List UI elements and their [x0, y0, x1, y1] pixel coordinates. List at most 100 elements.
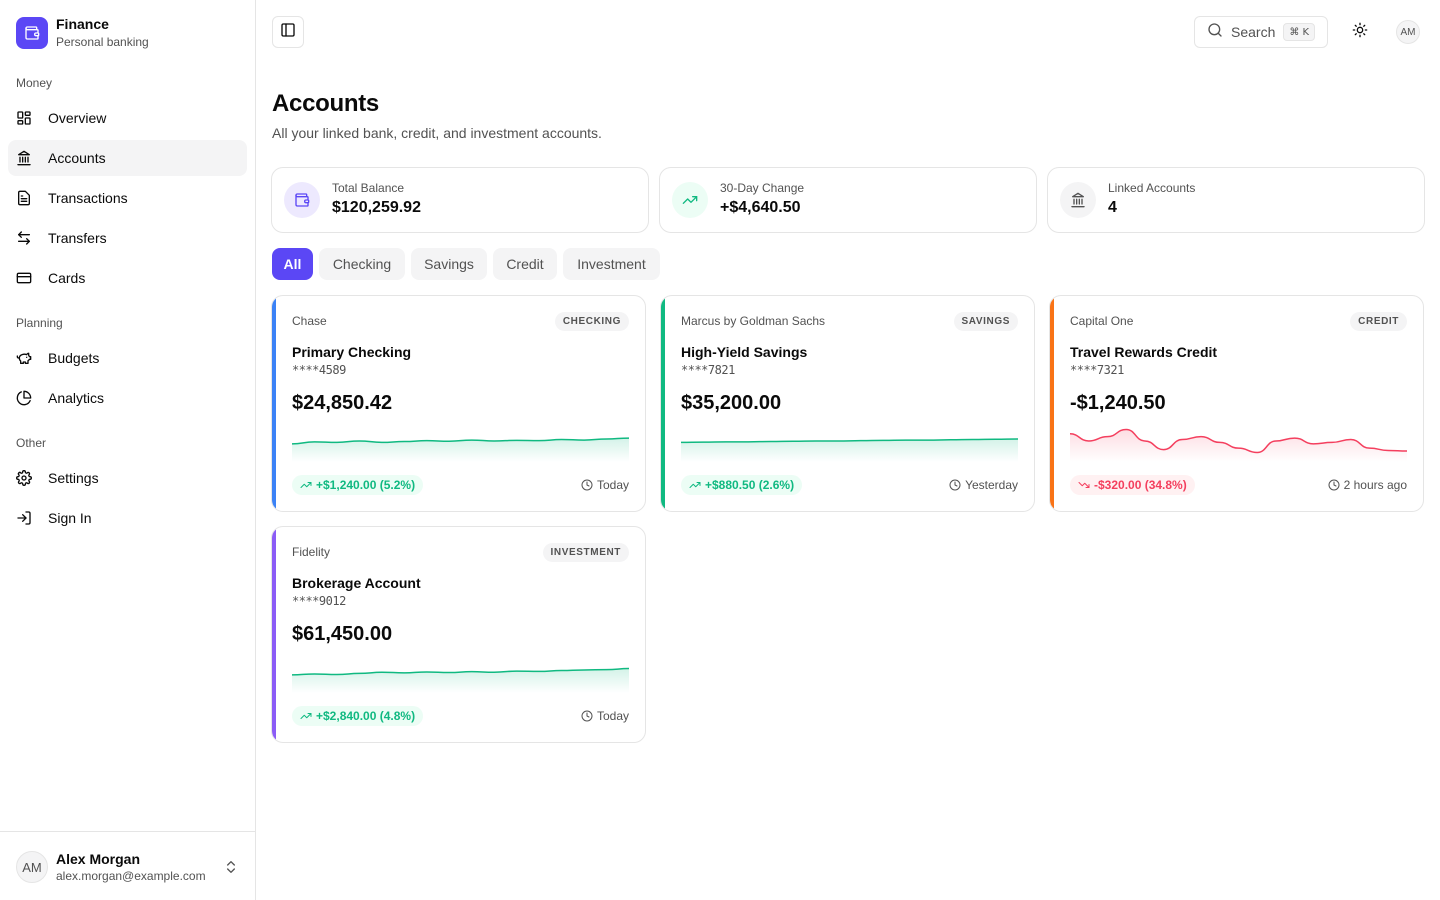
sidebar-toggle-button[interactable]: [272, 16, 304, 48]
account-accent: [272, 296, 276, 511]
sidebar-item-analytics[interactable]: Analytics: [8, 380, 247, 416]
account-type-badge: CREDIT: [1350, 312, 1407, 331]
account-accent: [272, 527, 276, 742]
summary-label: 30-Day Change: [720, 181, 805, 195]
account-change-value: +$2,840.00 (4.8%): [316, 709, 416, 723]
account-sparkline: [1070, 428, 1407, 462]
clock-icon: [581, 710, 593, 722]
account-change-value: +$1,240.00 (5.2%): [316, 478, 416, 492]
user-name: Alex Morgan: [56, 851, 141, 867]
brand-subtitle: Personal banking: [56, 35, 149, 49]
account-updated: Yesterday: [949, 478, 1018, 492]
trending-up-icon: [672, 182, 708, 218]
tab-investment[interactable]: Investment: [563, 248, 660, 280]
sidebar-item-label: Cards: [48, 270, 86, 286]
trending-up-icon: [300, 713, 312, 719]
summary-card-total-balance: Total Balance $120,259.92: [271, 167, 649, 233]
account-updated-label: Today: [596, 478, 629, 492]
account-accent: [1050, 296, 1054, 511]
summary-label: Linked Accounts: [1108, 181, 1196, 195]
sidebar-item-label: Transfers: [48, 230, 107, 246]
clock-icon: [949, 479, 961, 491]
sidebar-item-label: Settings: [48, 470, 99, 486]
account-updated: Today: [581, 478, 629, 492]
pie-chart-icon: [16, 390, 32, 406]
account-balance: -$1,240.50: [1070, 392, 1166, 414]
account-change-badge: -$320.00 (34.8%): [1070, 475, 1195, 495]
log-in-icon: [16, 510, 32, 526]
sidebar-item-cards[interactable]: Cards: [8, 260, 247, 296]
account-card-high-yield-savings[interactable]: Marcus by Goldman Sachs SAVINGS High-Yie…: [660, 295, 1035, 512]
search-icon: [1207, 22, 1223, 43]
avatar: AM: [16, 851, 48, 883]
sidebar-item-overview[interactable]: Overview: [8, 100, 247, 136]
account-number: ****4589: [292, 363, 346, 377]
account-type-badge: INVESTMENT: [542, 543, 629, 562]
account-type-badge: CHECKING: [554, 312, 629, 331]
trending-up-icon: [300, 482, 312, 488]
brand[interactable]: Finance Personal banking: [16, 16, 149, 50]
account-card-brokerage-account[interactable]: Fidelity INVESTMENT Brokerage Account **…: [271, 526, 646, 743]
user-menu[interactable]: AM Alex Morgan alex.morgan@example.com: [0, 831, 256, 900]
account-name: Travel Rewards Credit: [1070, 344, 1218, 360]
account-change-badge: +$2,840.00 (4.8%): [292, 706, 424, 726]
trending-up-icon: [689, 482, 701, 488]
layout-grid-icon: [16, 110, 32, 126]
nav-group-money-label: Money: [16, 76, 53, 90]
account-updated: Today: [581, 709, 629, 723]
summary-value: +$4,640.50: [720, 199, 801, 216]
wallet-icon: [16, 17, 48, 49]
sidebar-item-label: Budgets: [48, 350, 100, 366]
chevrons-up-down-icon: [223, 859, 239, 875]
tab-savings[interactable]: Savings: [411, 248, 487, 280]
brand-title: Finance: [56, 16, 109, 32]
summary-label: Total Balance: [332, 181, 405, 195]
account-updated: 2 hours ago: [1328, 478, 1407, 492]
tab-all[interactable]: All: [272, 248, 313, 280]
account-updated-label: Yesterday: [965, 478, 1018, 492]
sidebar-item-label: Transactions: [48, 190, 128, 206]
account-sparkline: [292, 667, 629, 693]
credit-card-icon: [16, 270, 32, 286]
avatar[interactable]: AM: [1396, 20, 1420, 44]
account-balance: $24,850.42: [292, 392, 393, 414]
account-number: ****7321: [1070, 363, 1124, 377]
sidebar-item-budgets[interactable]: Budgets: [8, 340, 247, 376]
summary-card-linked-accounts: Linked Accounts 4: [1047, 167, 1425, 233]
sidebar-item-sign-in[interactable]: Sign In: [8, 500, 247, 536]
summary-value: 4: [1108, 199, 1117, 216]
piggy-bank-icon: [16, 350, 32, 366]
sidebar-item-transactions[interactable]: Transactions: [8, 180, 247, 216]
nav-group-planning-label: Planning: [16, 316, 63, 330]
sidebar-item-label: Sign In: [48, 510, 92, 526]
sparkline-area: [1070, 429, 1407, 462]
sidebar-item-transfers[interactable]: Transfers: [8, 220, 247, 256]
account-change-value: +$880.50 (2.6%): [705, 478, 795, 492]
account-change-badge: +$880.50 (2.6%): [681, 475, 803, 495]
arrows-left-right-icon: [16, 230, 32, 246]
account-sparkline: [292, 437, 629, 462]
search-button[interactable]: Search ⌘ K: [1194, 16, 1328, 48]
account-card-travel-rewards-credit[interactable]: Capital One CREDIT Travel Rewards Credit…: [1049, 295, 1424, 512]
trending-down-icon: [1078, 482, 1090, 488]
tab-checking[interactable]: Checking: [319, 248, 405, 280]
tab-credit[interactable]: Credit: [493, 248, 557, 280]
account-accent: [661, 296, 665, 511]
sidebar-item-label: Overview: [48, 110, 107, 126]
account-card-primary-checking[interactable]: Chase CHECKING Primary Checking ****4589…: [271, 295, 646, 512]
account-institution: Fidelity: [292, 545, 331, 559]
search-label: Search: [1231, 24, 1276, 40]
theme-toggle-button[interactable]: [1344, 16, 1376, 48]
account-name: Primary Checking: [292, 344, 412, 360]
sidebar-item-accounts[interactable]: Accounts: [8, 140, 247, 176]
account-institution: Capital One: [1070, 314, 1134, 328]
sidebar-item-label: Accounts: [48, 150, 106, 166]
account-number: ****7821: [681, 363, 735, 377]
receipt-icon: [16, 190, 32, 206]
sidebar-item-settings[interactable]: Settings: [8, 460, 247, 496]
clock-icon: [581, 479, 593, 491]
sun-icon: [1352, 22, 1368, 43]
panel-left-icon: [280, 22, 296, 43]
account-change-badge: +$1,240.00 (5.2%): [292, 475, 424, 495]
account-updated-label: Today: [596, 709, 629, 723]
